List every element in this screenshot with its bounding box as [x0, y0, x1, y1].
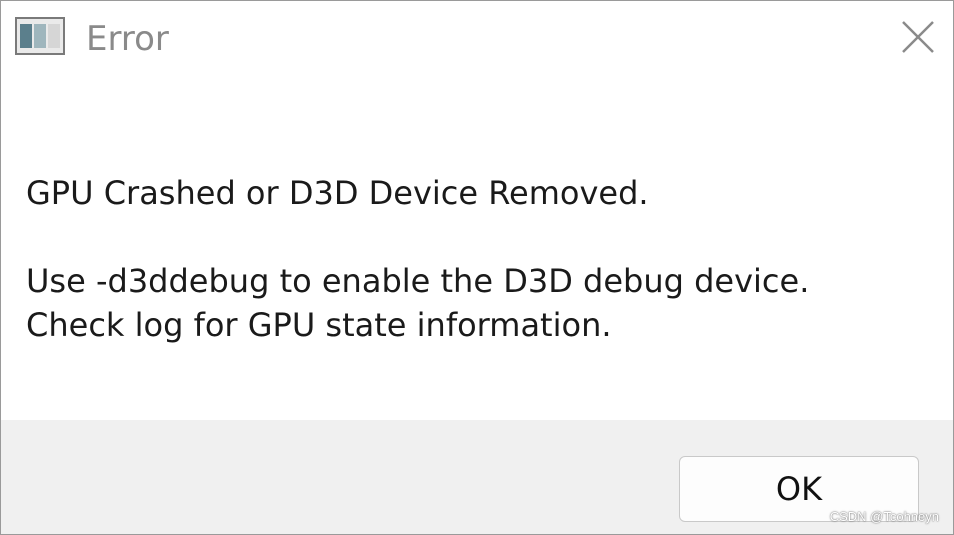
close-button[interactable]	[883, 1, 953, 73]
error-message-line2: Use -d3ddebug to enable the D3D debug de…	[26, 262, 810, 300]
window-title: Error	[86, 19, 169, 59]
message-area: GPU Crashed or D3D Device Removed. Use -…	[26, 171, 933, 347]
close-icon	[902, 21, 934, 53]
error-message-line1: GPU Crashed or D3D Device Removed.	[26, 174, 649, 212]
error-message-line3: Check log for GPU state information.	[26, 306, 612, 344]
title-bar[interactable]: Error	[1, 1, 953, 79]
button-bar: OK CSDN @Tcohneyn	[1, 420, 953, 534]
error-dialog: Error GPU Crashed or D3D Device Removed.…	[0, 0, 954, 535]
app-window-icon	[15, 17, 65, 55]
watermark-text: CSDN @Tcohneyn	[829, 509, 939, 524]
